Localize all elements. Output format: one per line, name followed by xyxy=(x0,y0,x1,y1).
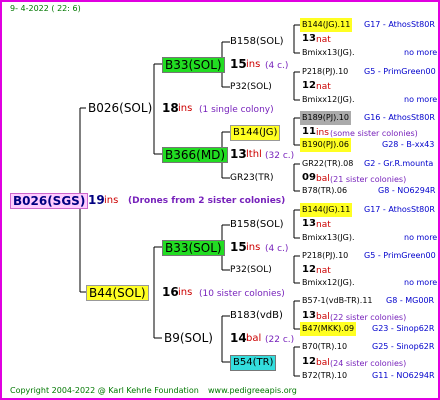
l1-node-2[interactable]: B44(SOL) xyxy=(86,285,149,301)
l4-breeder-16: G11 - NO6294R xyxy=(372,371,435,380)
l4-breeder-8: G8 - NO6294R xyxy=(378,186,436,195)
l2-gen-2: 13 xyxy=(230,147,247,161)
l2-unit-4: bal xyxy=(246,333,262,344)
l4-breeder-14: G23 - Sinop62R xyxy=(372,324,435,333)
l1-unit-1: ins xyxy=(178,103,193,114)
l4-node-16[interactable]: B72(TR).10 xyxy=(300,369,349,383)
l2-node-2[interactable]: B366(MD) xyxy=(162,147,229,163)
l4-node-7[interactable]: GR22(TR).08 xyxy=(300,157,355,171)
l3-gen-2: 12 xyxy=(302,80,316,91)
report-date: 9- 4-2022 ( 22: 6) xyxy=(10,4,81,13)
root-note: (Drones from 2 sister colonies) xyxy=(128,196,286,206)
l3-gen-8: 12 xyxy=(302,356,316,367)
l4-node-6[interactable]: B190(PJ).06 xyxy=(300,138,351,152)
l3-node-7[interactable]: B183(vdB) xyxy=(228,309,285,323)
l2-note-1: (4 c.) xyxy=(265,61,289,71)
l2-gen-1: 15 xyxy=(230,57,247,71)
l3-node-4[interactable]: GR23(TR) xyxy=(228,171,275,185)
l3-unit-5: nat xyxy=(316,220,331,230)
l2-gen-4: 14 xyxy=(230,331,247,345)
l4-breeder-11: G5 - PrimGreen00 xyxy=(364,251,436,260)
l3-node-1[interactable]: B158(SOL) xyxy=(228,35,286,49)
l4-breeder-15: G25 - Sinop62R xyxy=(372,342,435,351)
l3-node-5[interactable]: B158(SOL) xyxy=(228,218,286,232)
l4-node-12[interactable]: Bmixx12(JG). xyxy=(300,276,357,290)
l4-node-1[interactable]: B144(JG).11 xyxy=(300,18,353,32)
l2-note-4: (22 c.) xyxy=(265,335,295,345)
l4-node-15[interactable]: B70(TR).10 xyxy=(300,340,349,354)
l3-node-3[interactable]: B144(JG) xyxy=(230,125,281,141)
l4-node-11[interactable]: P218(PJ).10 xyxy=(300,249,350,263)
l2-node-4[interactable]: B9(SOL) xyxy=(162,331,215,345)
l1-unit-2: ins xyxy=(178,287,193,298)
l3-gen-4: 09 xyxy=(302,172,316,183)
l1-gen-1: 18 xyxy=(162,101,179,115)
l1-note-2: (10 sister colonies) xyxy=(199,289,285,299)
l4-node-8[interactable]: B78(TR).06 xyxy=(300,184,349,198)
l1-node-1[interactable]: B026(SOL) xyxy=(86,101,154,115)
l4-node-4[interactable]: Bmixx12(JG). xyxy=(300,93,357,107)
l3-gen-6: 12 xyxy=(302,264,316,275)
l2-note-2: (32 c.) xyxy=(265,151,295,161)
l3-gen-1: 13 xyxy=(302,33,316,44)
l4-breeder-3: G5 - PrimGreen00 xyxy=(364,67,436,76)
root-generation: 19 xyxy=(88,193,105,207)
l4-breeder-4: no more xyxy=(404,95,438,104)
l4-node-2[interactable]: Bmixx13(JG). xyxy=(300,46,357,60)
root-queen[interactable]: B026(SGS) xyxy=(10,193,89,209)
l4-breeder-7: G2 - Gr.R.mounta xyxy=(364,159,434,168)
l4-breeder-12: no more xyxy=(404,278,438,287)
l3-gen-5: 13 xyxy=(302,218,316,229)
l2-unit-3: ins xyxy=(246,242,261,253)
l2-gen-3: 15 xyxy=(230,240,247,254)
l2-unit-2: lthl xyxy=(246,149,262,160)
l2-node-1[interactable]: B33(SOL) xyxy=(162,57,225,73)
l4-node-13[interactable]: B57-1(vdB-TR).11 xyxy=(300,294,375,308)
l4-node-3[interactable]: P218(PJ).10 xyxy=(300,65,350,79)
l3-node-6[interactable]: P32(SOL) xyxy=(228,263,274,277)
l3-gen-7: 13 xyxy=(302,310,316,321)
l4-breeder-9: G17 - AthosSt80R xyxy=(364,205,435,214)
pedigree-frame: 9- 4-2022 ( 22: 6) B026(SGS) 19 ins (Dro… xyxy=(0,0,440,400)
l4-node-9[interactable]: B144(JG).11 xyxy=(300,203,353,217)
l4-breeder-5: G16 - AthosSt80R xyxy=(364,113,435,122)
l3-unit-8: bal xyxy=(316,358,330,368)
l4-breeder-2: no more xyxy=(404,48,438,57)
l4-breeder-13: G8 - MG00R xyxy=(386,296,435,305)
l2-node-3[interactable]: B33(SOL) xyxy=(162,240,225,256)
footer-copyright: Copyright 2004-2022 @ Karl Kehrle Founda… xyxy=(10,386,199,395)
l4-node-10[interactable]: Bmixx13(JG). xyxy=(300,231,357,245)
l3-gen-3: 11 xyxy=(302,126,316,137)
l4-node-5[interactable]: B189(PJ).10 xyxy=(300,111,351,125)
l1-gen-2: 16 xyxy=(162,285,179,299)
root-unit: ins xyxy=(104,195,119,206)
l2-note-3: (4 c.) xyxy=(265,244,289,254)
l2-unit-1: ins xyxy=(246,59,261,70)
l3-unit-2: nat xyxy=(316,82,331,92)
footer-site-link[interactable]: www.pedigreeapis.org xyxy=(208,384,297,398)
l3-unit-1: nat xyxy=(316,35,331,45)
l3-node-2[interactable]: P32(SOL) xyxy=(228,80,274,94)
l4-node-14[interactable]: B47(MKK).09 xyxy=(300,322,357,336)
l4-breeder-10: no more xyxy=(404,233,438,242)
l4-breeder-6: G28 - B-xx43 xyxy=(382,140,435,149)
l4-breeder-1: G17 - AthosSt80R xyxy=(364,20,435,29)
l3-node-8[interactable]: B54(TR) xyxy=(230,355,277,371)
l1-note-1: (1 single colony) xyxy=(199,105,274,115)
